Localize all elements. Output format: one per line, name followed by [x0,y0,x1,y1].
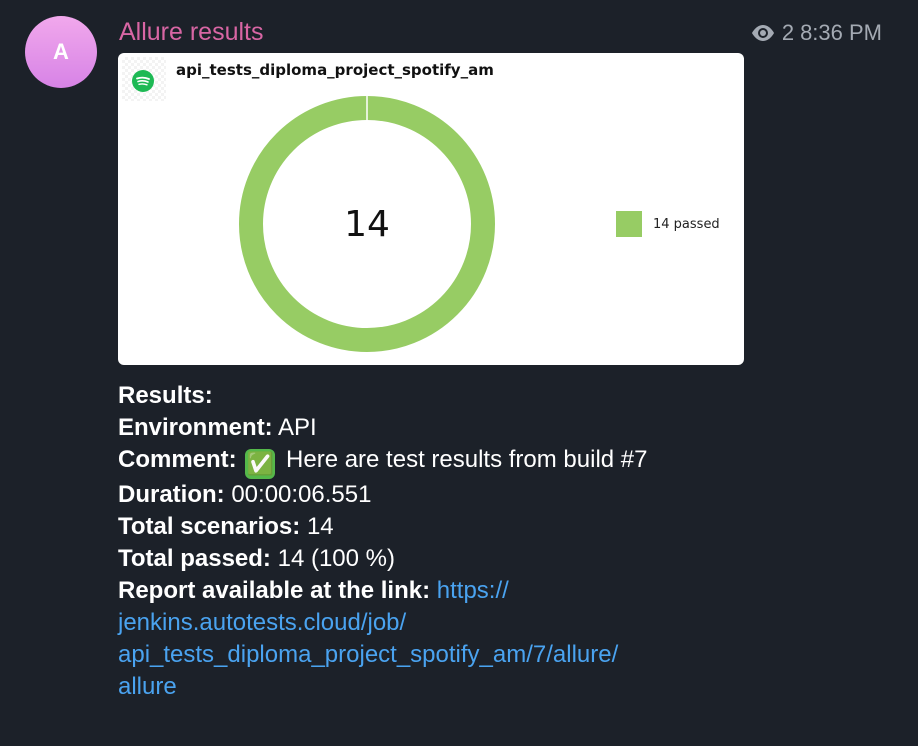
comment-value: Here are test results from build #7 [286,446,648,473]
report-line: Report available at the link: https:// [118,575,758,607]
report-link-line-4: allure [118,671,758,703]
results-label: Results: [118,382,213,409]
report-link-line-3: api_tests_diploma_project_spotify_am/7/a… [118,639,758,671]
eye-icon [751,25,774,41]
results-line: Results: [118,380,758,412]
report-link-part-1[interactable]: https:// [437,577,509,604]
avatar-initial: A [53,39,69,64]
report-link-part-2[interactable]: jenkins.autotests.cloud/job/ [118,609,406,636]
report-link-part-4[interactable]: allure [118,673,177,700]
duration-label: Duration: [118,481,225,508]
message-meta: 2 8:36 PM [750,20,882,46]
report-label: Report available at the link: [118,577,431,604]
message-time: 8:36 PM [800,20,882,45]
total-passed-line: Total passed: 14 (100 %) [118,543,758,575]
environment-label: Environment: [118,414,273,441]
comment-label: Comment: [118,446,237,473]
views-count: 2 [781,20,795,45]
sender-name[interactable]: Allure results [119,18,264,47]
total-scenarios-line: Total scenarios: 14 [118,511,758,543]
legend-label-passed: 14 passed [653,216,720,232]
avatar[interactable]: A [25,16,97,88]
total-passed-label: Total passed: [118,545,271,572]
legend-swatch-passed [616,211,642,237]
environment-line: Environment: API [118,412,758,444]
duration-value: 00:00:06.551 [231,481,372,508]
total-passed-value: 14 (100 %) [277,545,395,572]
message-text: Results: Environment: API Comment: ✅ Her… [118,380,758,703]
check-mark-icon: ✅ [245,449,276,479]
donut-center-label: 14 [344,204,390,245]
total-scenarios-value: 14 [306,513,334,540]
report-link-line-2: jenkins.autotests.cloud/job/ [118,607,758,639]
total-scenarios-label: Total scenarios: [118,513,301,540]
comment-line: Comment: ✅ Here are test results from bu… [118,444,758,479]
environment-value: API [278,414,317,441]
chart-legend: 14 passed [616,211,720,237]
duration-line: Duration: 00:00:06.551 [118,479,758,511]
report-preview-card[interactable]: api_tests_diploma_project_spotify_am 14 … [118,53,744,365]
report-link-part-3[interactable]: api_tests_diploma_project_spotify_am/7/a… [118,641,618,668]
donut-chart: 14 [239,95,495,352]
